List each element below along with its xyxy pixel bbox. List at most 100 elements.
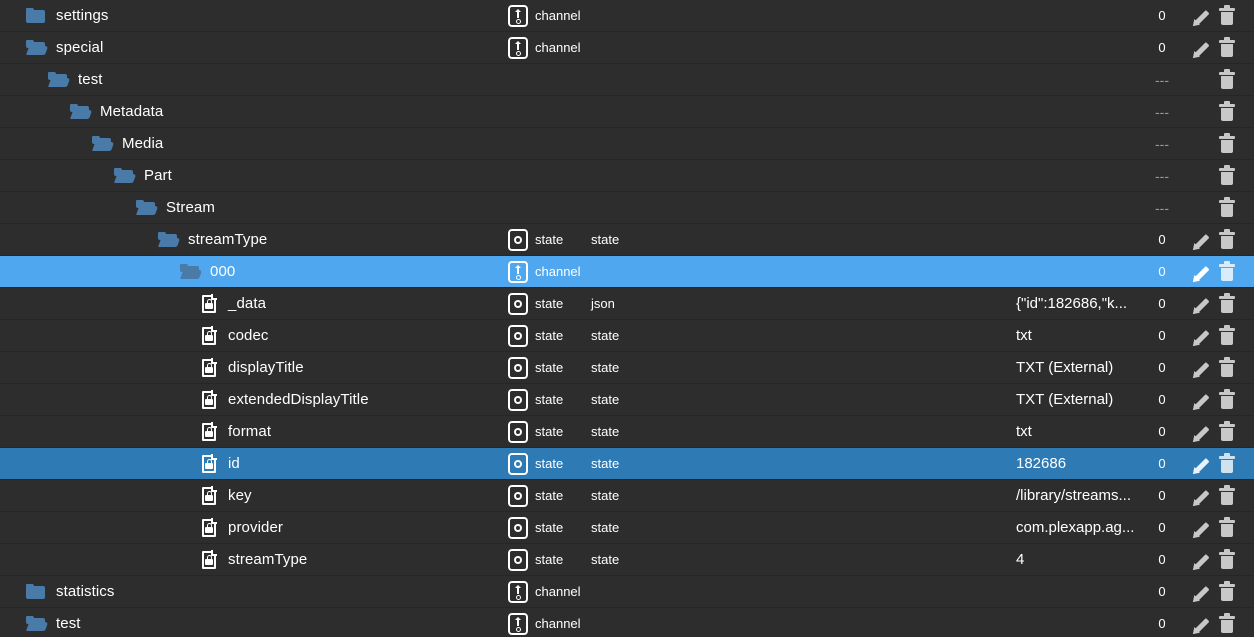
delete-trash-icon[interactable] — [1216, 4, 1238, 27]
tree-row[interactable]: extendedDisplayTitle state state TXT (Exter… — [0, 384, 1254, 416]
tree-row-name-cell[interactable]: test — [0, 615, 81, 632]
edit-pencil-icon[interactable] — [1190, 261, 1212, 285]
tree-row[interactable]: codec state state txt 0 — [0, 320, 1254, 352]
delete-trash-icon[interactable] — [1216, 516, 1238, 539]
delete-trash-icon[interactable] — [1216, 292, 1238, 315]
edit-pencil-icon[interactable] — [1190, 293, 1212, 317]
tree-row-type-kind: state — [535, 296, 564, 311]
edit-pencil-icon[interactable] — [1190, 325, 1212, 349]
tree-row-name-cell[interactable]: key — [0, 485, 252, 505]
tree-row-name-cell[interactable]: codec — [0, 325, 269, 345]
delete-trash-icon[interactable] — [1216, 548, 1238, 571]
delete-trash-icon[interactable] — [1216, 452, 1238, 475]
tree-row[interactable]: Stream --- — [0, 192, 1254, 224]
delete-trash-icon[interactable] — [1216, 100, 1238, 123]
edit-pencil-icon[interactable] — [1190, 37, 1212, 61]
delete-trash-icon[interactable] — [1216, 228, 1238, 251]
tree-row[interactable]: settings channel 0 — [0, 0, 1254, 32]
edit-pencil-icon[interactable] — [1190, 485, 1212, 509]
edit-pencil-icon[interactable] — [1190, 5, 1212, 29]
tree-row-actions[interactable] — [1190, 160, 1246, 192]
tree-row-name-cell[interactable]: extendedDisplayTitle — [0, 389, 369, 409]
edit-pencil-icon[interactable] — [1190, 421, 1212, 445]
tree-row-name-cell[interactable]: provider — [0, 517, 283, 537]
tree-row-name-cell[interactable]: displayTitle — [0, 357, 304, 377]
tree-row-name-cell[interactable]: Metadata — [0, 103, 163, 120]
edit-pencil-icon[interactable] — [1190, 549, 1212, 573]
tree-row-name-cell[interactable]: statistics — [0, 583, 115, 600]
tree-row[interactable]: streamType state state 4 0 — [0, 544, 1254, 576]
tree-row-actions[interactable] — [1190, 288, 1246, 320]
tree-row-actions[interactable] — [1190, 224, 1246, 256]
tree-row-name-cell[interactable]: streamType — [0, 549, 307, 569]
edit-pencil-icon[interactable] — [1190, 357, 1212, 381]
tree-row-actions[interactable] — [1190, 256, 1246, 288]
edit-pencil-icon[interactable] — [1190, 517, 1212, 541]
state-badge-icon — [508, 516, 528, 539]
delete-trash-icon[interactable] — [1216, 324, 1238, 347]
tree-row-name-cell[interactable]: Part — [0, 167, 172, 184]
delete-trash-icon[interactable] — [1216, 388, 1238, 411]
tree-row[interactable]: _data state json {"id":182686,"k... 0 — [0, 288, 1254, 320]
tree-row[interactable]: format state state txt 0 — [0, 416, 1254, 448]
tree-row-value: txt — [1016, 327, 1032, 344]
tree-row-actions[interactable] — [1190, 320, 1246, 352]
tree-row-name-cell[interactable]: _data — [0, 293, 266, 313]
tree-row-actions[interactable] — [1190, 384, 1246, 416]
tree-row-actions[interactable] — [1190, 448, 1246, 480]
tree-row-name-cell[interactable]: Media — [0, 135, 163, 152]
tree-row-actions[interactable] — [1190, 192, 1246, 224]
delete-trash-icon[interactable] — [1216, 68, 1238, 91]
edit-pencil-icon[interactable] — [1190, 581, 1212, 605]
delete-trash-icon[interactable] — [1216, 36, 1238, 59]
delete-trash-icon[interactable] — [1216, 580, 1238, 603]
tree-row-actions[interactable] — [1190, 608, 1246, 637]
tree-row-actions[interactable] — [1190, 480, 1246, 512]
tree-row-actions[interactable] — [1190, 352, 1246, 384]
tree-row[interactable]: special channel 0 — [0, 32, 1254, 64]
tree-row[interactable]: test channel 0 — [0, 608, 1254, 637]
delete-trash-icon[interactable] — [1216, 484, 1238, 507]
delete-trash-icon[interactable] — [1216, 420, 1238, 443]
tree-row-name-cell[interactable]: 000 — [0, 263, 235, 280]
tree-row-name-cell[interactable]: special — [0, 39, 103, 56]
tree-row-actions[interactable] — [1190, 512, 1246, 544]
tree-row[interactable]: id state state 182686 0 — [0, 448, 1254, 480]
edit-pencil-icon[interactable] — [1190, 389, 1212, 413]
tree-row-actions[interactable] — [1190, 544, 1246, 576]
edit-pencil-icon[interactable] — [1190, 453, 1212, 477]
tree-row[interactable]: test --- — [0, 64, 1254, 96]
tree-row[interactable]: Metadata --- — [0, 96, 1254, 128]
tree-row[interactable]: Part --- — [0, 160, 1254, 192]
tree-row-name-cell[interactable]: format — [0, 421, 271, 441]
object-tree-table[interactable]: settings channel 0 special channel 0 test --- Me… — [0, 0, 1254, 637]
tree-row[interactable]: displayTitle state state TXT (External) 0 — [0, 352, 1254, 384]
tree-row-actions[interactable] — [1190, 416, 1246, 448]
tree-row[interactable]: key state state/library/streams... 0 — [0, 480, 1254, 512]
tree-row-name-cell[interactable]: Stream — [0, 199, 215, 216]
tree-row[interactable]: provider state state com.plexapp.ag... 0 — [0, 512, 1254, 544]
tree-row-name-cell[interactable]: test — [0, 71, 103, 88]
delete-trash-icon[interactable] — [1216, 356, 1238, 379]
tree-row-actions[interactable] — [1190, 96, 1246, 128]
tree-row[interactable]: statistics channel 0 — [0, 576, 1254, 608]
delete-trash-icon[interactable] — [1216, 196, 1238, 219]
edit-pencil-icon[interactable] — [1190, 229, 1212, 253]
tree-row-actions[interactable] — [1190, 64, 1246, 96]
tree-row[interactable]: 000 channel 0 — [0, 256, 1254, 288]
edit-pencil-icon[interactable] — [1190, 613, 1212, 637]
tree-row[interactable]: streamType state state 0 — [0, 224, 1254, 256]
delete-trash-icon[interactable] — [1216, 260, 1238, 283]
tree-row[interactable]: Media --- — [0, 128, 1254, 160]
tree-row-name-cell[interactable]: id — [0, 453, 240, 473]
tree-row-actions[interactable] — [1190, 32, 1246, 64]
tree-row-actions[interactable] — [1190, 576, 1246, 608]
tree-row-name-cell[interactable]: streamType — [0, 231, 267, 248]
delete-trash-icon[interactable] — [1216, 164, 1238, 187]
tree-row-actions[interactable] — [1190, 0, 1246, 32]
tree-row-type-role: state — [591, 360, 620, 375]
delete-trash-icon[interactable] — [1216, 612, 1238, 635]
tree-row-name-cell[interactable]: settings — [0, 7, 109, 24]
tree-row-actions[interactable] — [1190, 128, 1246, 160]
delete-trash-icon[interactable] — [1216, 132, 1238, 155]
